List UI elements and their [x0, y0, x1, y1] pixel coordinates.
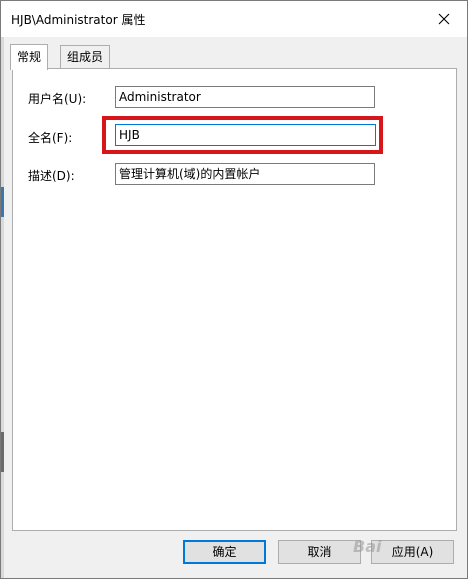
- properties-dialog: HJB\Administrator 属性 常规 组成员 用户名(U): Admi…: [0, 0, 468, 579]
- window-edge: [1, 37, 4, 578]
- general-panel: 用户名(U): Administrator 全名(F): HJB 描述(D): …: [12, 68, 457, 531]
- apply-button[interactable]: 应用(A): [371, 540, 454, 564]
- close-icon: [438, 13, 450, 25]
- tab-label: 组成员: [67, 50, 104, 64]
- fullname-field[interactable]: HJB: [115, 124, 376, 146]
- tab-member-of[interactable]: 组成员: [60, 45, 111, 68]
- cancel-button[interactable]: 取消: [278, 540, 361, 564]
- title-bar[interactable]: HJB\Administrator 属性: [1, 1, 467, 37]
- window-title: HJB\Administrator 属性: [11, 13, 146, 27]
- description-label: 描述(D):: [28, 169, 75, 183]
- username-label: 用户名(U):: [28, 92, 87, 106]
- ok-button[interactable]: 确定: [183, 540, 266, 564]
- username-field[interactable]: Administrator: [115, 86, 375, 108]
- tab-label: 常规: [17, 50, 42, 64]
- tab-general[interactable]: 常规: [10, 44, 49, 70]
- cancel-button-label: 取消: [307, 545, 332, 559]
- apply-button-label: 应用(A): [391, 545, 434, 559]
- fullname-label: 全名(F):: [28, 131, 73, 145]
- description-field[interactable]: 管理计算机(域)的内置帐户: [115, 163, 375, 185]
- ok-button-label: 确定: [212, 545, 237, 559]
- close-button[interactable]: [421, 1, 467, 37]
